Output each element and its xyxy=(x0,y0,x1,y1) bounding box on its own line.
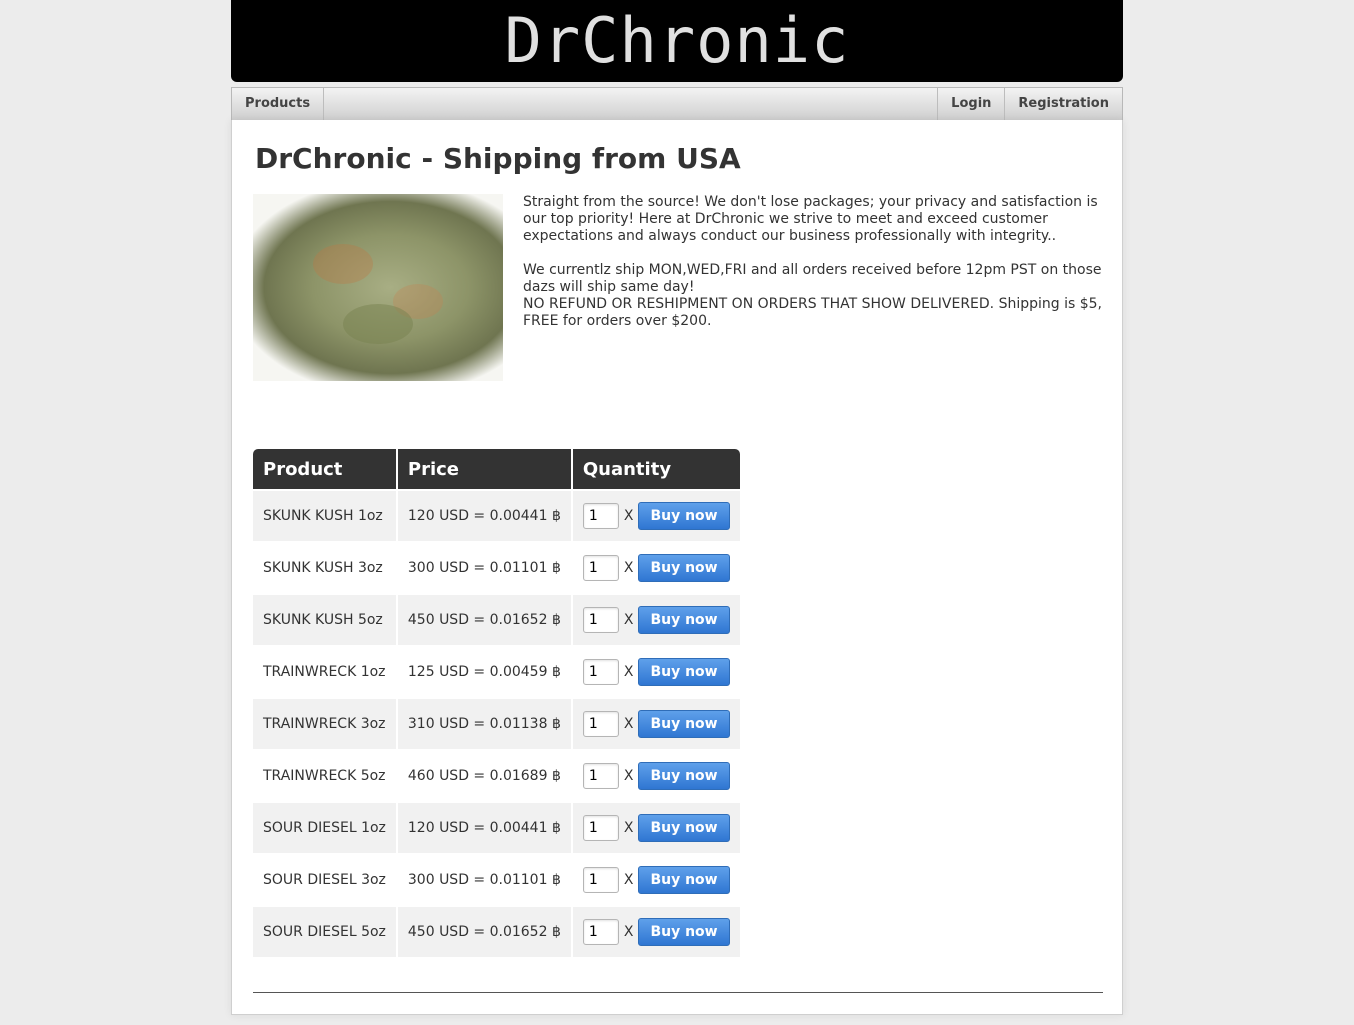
quantity-input[interactable] xyxy=(582,607,619,633)
buy-now-button[interactable]: Buy now xyxy=(638,918,730,946)
product-name: SOUR DIESEL 3oz xyxy=(253,855,396,905)
quantity-cell: XBuy now xyxy=(572,855,740,905)
quantity-controls: XBuy now xyxy=(582,907,730,957)
product-name: SOUR DIESEL 1oz xyxy=(253,803,396,853)
quantity-input[interactable] xyxy=(582,503,619,529)
product-price: 120 USD = 0.00441 ฿ xyxy=(397,491,571,541)
table-row: TRAINWRECK 3oz310 USD = 0.01138 ฿XBuy no… xyxy=(253,699,740,749)
product-price: 125 USD = 0.00459 ฿ xyxy=(397,647,571,697)
product-name: TRAINWRECK 3oz xyxy=(253,699,396,749)
times-label: X xyxy=(623,508,634,524)
product-name: SOUR DIESEL 5oz xyxy=(253,907,396,957)
product-name: TRAINWRECK 1oz xyxy=(253,647,396,697)
buy-now-button[interactable]: Buy now xyxy=(638,554,730,582)
product-price: 300 USD = 0.01101 ฿ xyxy=(397,855,571,905)
table-row: SOUR DIESEL 5oz450 USD = 0.01652 ฿XBuy n… xyxy=(253,907,740,957)
table-row: SKUNK KUSH 1oz120 USD = 0.00441 ฿XBuy no… xyxy=(253,491,740,541)
quantity-input[interactable] xyxy=(582,815,619,841)
products-table: Product Price Quantity SKUNK KUSH 1oz 120… xyxy=(251,447,742,959)
quantity-input[interactable] xyxy=(582,919,619,945)
times-label: X xyxy=(623,872,634,888)
quantity-controls: XBuy now xyxy=(582,491,730,541)
buy-now-button[interactable]: Buy now xyxy=(638,502,730,530)
times-label: X xyxy=(623,560,634,576)
product-name: SKUNK KUSH 3oz xyxy=(253,543,396,593)
times-label: X xyxy=(623,716,634,732)
quantity-input[interactable] xyxy=(582,763,619,789)
product-price: 310 USD = 0.01138 ฿ xyxy=(397,699,571,749)
quantity-cell: XBuy now xyxy=(572,803,740,853)
quantity-cell: XBuy now xyxy=(572,595,740,645)
buy-now-button[interactable]: Buy now xyxy=(638,866,730,894)
products-table-body: SKUNK KUSH 1oz120 USD = 0.00441 ฿XBuy no… xyxy=(253,491,740,957)
product-price: 450 USD = 0.01652 ฿ xyxy=(397,907,571,957)
buy-now-button[interactable]: Buy now xyxy=(638,710,730,738)
product-name: SKUNK KUSH 5oz xyxy=(253,595,396,645)
buy-now-button[interactable]: Buy now xyxy=(638,762,730,790)
product-image xyxy=(253,194,503,381)
quantity-input[interactable] xyxy=(582,555,619,581)
product-name: TRAINWRECK 5oz xyxy=(253,751,396,801)
quantity-controls: XBuy now xyxy=(582,699,730,749)
product-price: 450 USD = 0.01652 ฿ xyxy=(397,595,571,645)
times-label: X xyxy=(623,612,634,628)
quantity-controls: XBuy now xyxy=(582,595,730,645)
nav-left-group: Products xyxy=(232,88,325,120)
nav-right-group: Login Registration xyxy=(937,88,1122,120)
product-name: SKUNK KUSH 1oz xyxy=(253,491,396,541)
nav-item-products[interactable]: Products xyxy=(232,88,325,120)
table-header-row: Product Price Quantity xyxy=(253,449,740,489)
table-row: SKUNK KUSH 3oz300 USD = 0.01101 ฿XBuy no… xyxy=(253,543,740,593)
quantity-cell: XBuy now xyxy=(572,491,740,541)
quantity-controls: XBuy now xyxy=(582,751,730,801)
product-price: 300 USD = 0.01101 ฿ xyxy=(397,543,571,593)
quantity-cell: XBuy now xyxy=(572,543,740,593)
buy-now-button[interactable]: Buy now xyxy=(638,606,730,634)
buy-now-button[interactable]: Buy now xyxy=(638,658,730,686)
nav-item-login[interactable]: Login xyxy=(937,88,1004,120)
column-header-quantity: Quantity xyxy=(572,449,740,489)
quantity-controls: XBuy now xyxy=(582,647,730,697)
quantity-cell: XBuy now xyxy=(572,699,740,749)
table-row: SKUNK KUSH 5oz450 USD = 0.01652 ฿XBuy no… xyxy=(253,595,740,645)
store-description: Straight from the source! We don't lose … xyxy=(523,194,1108,330)
table-row: TRAINWRECK 5oz460 USD = 0.01689 ฿XBuy no… xyxy=(253,751,740,801)
table-row: SOUR DIESEL 1oz120 USD = 0.00441 ฿XBuy n… xyxy=(253,803,740,853)
quantity-controls: XBuy now xyxy=(582,855,730,905)
times-label: X xyxy=(623,664,634,680)
description-intro: Straight from the source! We don't lose … xyxy=(523,194,1098,244)
header-banner: DrChronic xyxy=(231,0,1123,82)
nav-item-registration[interactable]: Registration xyxy=(1004,88,1122,120)
product-price: 460 USD = 0.01689 ฿ xyxy=(397,751,571,801)
times-label: X xyxy=(623,820,634,836)
times-label: X xyxy=(623,768,634,784)
column-header-price: Price xyxy=(397,449,571,489)
column-header-product: Product xyxy=(253,449,396,489)
nav-bar: Products Login Registration xyxy=(231,87,1123,121)
description-shipping-days: We currentlz ship MON,WED,FRI and all or… xyxy=(523,262,1102,295)
buy-now-button[interactable]: Buy now xyxy=(638,814,730,842)
table-row: SOUR DIESEL 3oz300 USD = 0.01101 ฿XBuy n… xyxy=(253,855,740,905)
quantity-input[interactable] xyxy=(582,659,619,685)
quantity-input[interactable] xyxy=(582,711,619,737)
times-label: X xyxy=(623,924,634,940)
quantity-controls: XBuy now xyxy=(582,543,730,593)
product-price: 120 USD = 0.00441 ฿ xyxy=(397,803,571,853)
main-content: DrChronic - Shipping from USA Straight f… xyxy=(231,120,1123,1015)
description-refund-policy: NO REFUND OR RESHIPMENT ON ORDERS THAT S… xyxy=(523,296,1103,329)
quantity-cell: XBuy now xyxy=(572,751,740,801)
quantity-controls: XBuy now xyxy=(582,803,730,853)
brand-logo[interactable]: DrChronic xyxy=(505,10,850,72)
quantity-input[interactable] xyxy=(582,867,619,893)
footer-divider xyxy=(253,992,1103,993)
page-title: DrChronic - Shipping from USA xyxy=(255,142,741,175)
quantity-cell: XBuy now xyxy=(572,647,740,697)
quantity-cell: XBuy now xyxy=(572,907,740,957)
table-row: TRAINWRECK 1oz125 USD = 0.00459 ฿XBuy no… xyxy=(253,647,740,697)
